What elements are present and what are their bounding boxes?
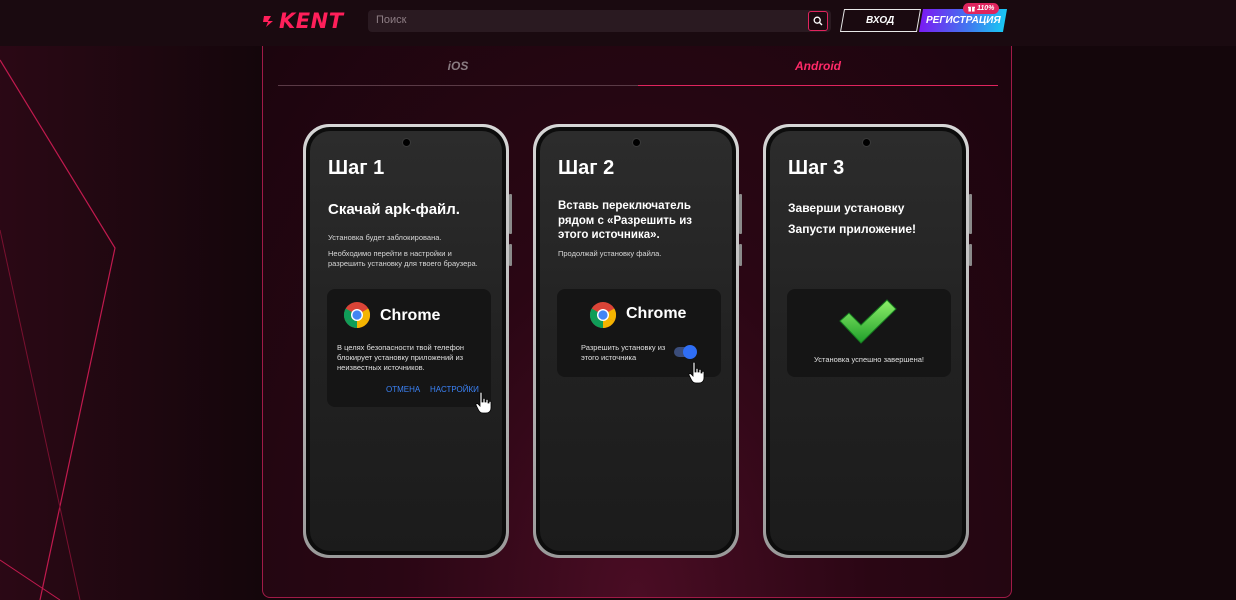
login-label: ВХОД — [866, 15, 895, 26]
phone-screen: Шаг 2 Вставь переключатель рядом с «Разр… — [540, 131, 732, 551]
phone-side-button — [509, 244, 512, 266]
success-card: Установка успешно завершена! — [787, 289, 951, 377]
allow-source-toggle[interactable] — [674, 345, 697, 359]
step-title: Шаг 3 — [788, 157, 845, 179]
app-name: Chrome — [380, 307, 441, 324]
step-title: Шаг 2 — [558, 157, 615, 179]
phone-side-button — [969, 194, 972, 234]
phone-side-button — [969, 244, 972, 266]
settings-button[interactable]: НАСТРОЙКИ — [430, 385, 479, 394]
logo-text: KENT — [279, 9, 344, 33]
step-title: Шаг 1 — [328, 157, 385, 179]
step-note: Необходимо перейти в настройки и разреши… — [328, 249, 478, 268]
step-headline: Вставь переключатель рядом с «Разрешить … — [558, 200, 692, 241]
phone-screen: Шаг 3 Заверши установку Запусти приложен… — [770, 131, 962, 551]
checkmark-icon — [839, 299, 897, 344]
step-note: Установка будет заблокирована. — [328, 233, 442, 242]
search-icon — [813, 16, 823, 26]
chrome-icon — [589, 302, 617, 329]
camera-icon — [402, 138, 411, 147]
cancel-button[interactable]: ОТМЕНА — [386, 385, 420, 394]
camera-icon — [862, 138, 871, 147]
phone-step-2: Шаг 2 Вставь переключатель рядом с «Разр… — [533, 124, 742, 558]
top-header: KENT Поиск ВХОД РЕГИСТРАЦИЯ 110% — [0, 0, 1236, 46]
tab-android-label: Android — [795, 58, 841, 73]
toggle-label: Разрешить установку из этого источника — [581, 343, 666, 362]
bonus-text: 110% — [977, 5, 995, 12]
gift-icon — [968, 6, 975, 12]
chrome-icon — [343, 302, 371, 329]
step-headline: Скачай apk-файл. — [328, 201, 460, 218]
security-dialog: Chrome В целях безопасности твой телефон… — [327, 289, 492, 414]
register-label: РЕГИСТРАЦИЯ — [925, 15, 1001, 26]
phone-screen: Шаг 1 Скачай apk-файл. Установка будет з… — [310, 131, 502, 551]
app-name: Chrome — [626, 305, 687, 322]
dialog-message: В целях безопасности твой телефон блокир… — [337, 343, 465, 372]
login-button[interactable]: ВХОД — [839, 9, 922, 32]
toggle-knob — [683, 345, 697, 359]
search-button[interactable] — [808, 11, 828, 31]
logo-mark-icon — [263, 16, 273, 27]
step-note: Продолжай установку файла. — [558, 249, 662, 258]
phone-step-1: Шаг 1 Скачай apk-файл. Установка будет з… — [303, 124, 512, 558]
search-bar[interactable]: Поиск — [368, 10, 831, 32]
bonus-badge: 110% — [963, 3, 1000, 14]
phone-step-3: Шаг 3 Заверши установку Запусти приложен… — [763, 124, 972, 558]
pointer-hand-icon — [688, 361, 705, 384]
step-headline-2: Запусти приложение! — [788, 222, 916, 236]
install-guide-panel: iOS Android Шаг 1 Скачай apk-файл. Устан… — [262, 46, 1012, 598]
step-headline: Заверши установку — [788, 201, 905, 215]
success-text: Установка успешно завершена! — [813, 355, 925, 364]
tab-ios-label: iOS — [447, 58, 469, 73]
search-input[interactable]: Поиск — [376, 14, 406, 26]
permission-card: Chrome Разрешить установку из этого исто… — [557, 289, 721, 384]
camera-icon — [632, 138, 641, 147]
phone-side-button — [739, 194, 742, 234]
phone-side-button — [509, 194, 512, 234]
tab-ios[interactable]: iOS — [278, 46, 638, 86]
pointer-hand-icon — [475, 391, 492, 414]
phone-side-button — [739, 244, 742, 266]
logo[interactable]: KENT — [262, 9, 344, 33]
tab-android[interactable]: Android — [638, 46, 998, 86]
platform-tabs: iOS Android — [278, 46, 998, 86]
